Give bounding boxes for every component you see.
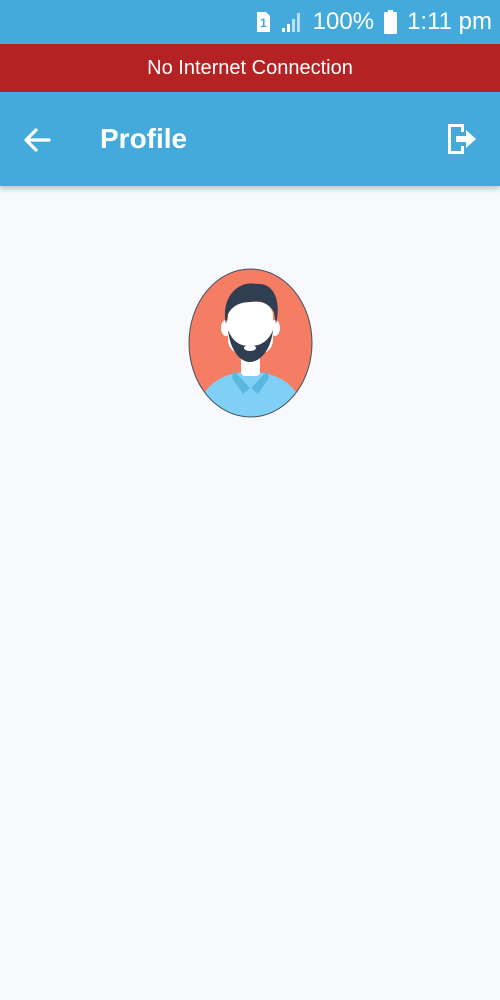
signal-icon	[281, 11, 303, 33]
sim-label: 1	[260, 16, 267, 30]
avatar-icon	[188, 268, 313, 418]
app-bar: Profile	[0, 92, 500, 186]
status-bar: 1 100% 1:11 pm	[0, 0, 500, 44]
profile-avatar[interactable]	[188, 268, 313, 418]
battery-icon	[384, 10, 398, 34]
arrow-left-icon	[24, 128, 51, 152]
clock: 1:11 pm	[407, 8, 492, 35]
banner-text: No Internet Connection	[147, 56, 353, 79]
logout-icon	[448, 124, 476, 154]
battery-percentage: 100%	[312, 8, 375, 35]
page-title: Profile	[100, 123, 188, 154]
back-button[interactable]	[22, 125, 56, 155]
no-connection-banner: No Internet Connection	[0, 44, 500, 92]
sim-icon: 1	[255, 11, 271, 33]
logout-button[interactable]	[444, 122, 478, 156]
